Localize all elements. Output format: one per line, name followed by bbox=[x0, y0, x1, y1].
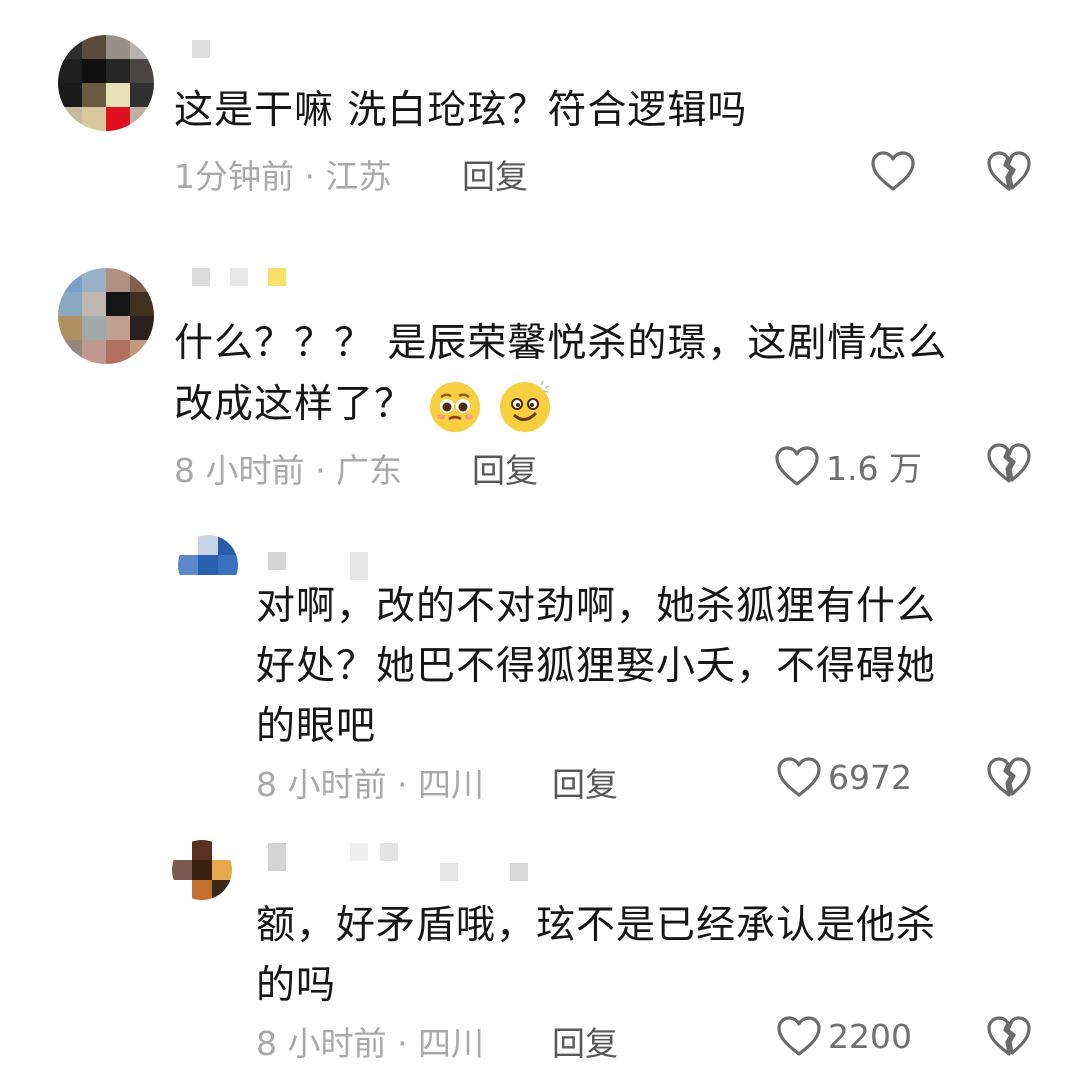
comment-text-line-2: 改成这样了？ bbox=[174, 376, 553, 435]
username-pixelated[interactable] bbox=[268, 843, 398, 871]
avatar[interactable] bbox=[172, 840, 232, 900]
avatar[interactable] bbox=[58, 268, 154, 364]
like-count: 2200 bbox=[828, 1016, 912, 1056]
comment-text-line-2: 的吗 bbox=[256, 963, 337, 1008]
like-button[interactable]: 2200 bbox=[776, 1015, 912, 1057]
comment-2: 什么？？？ 是辰荣馨悦杀的璟，这剧情怎么 改成这样了？ 8 小时前 · 广东 回… bbox=[0, 230, 1080, 500]
avatar[interactable] bbox=[58, 35, 154, 131]
username-pixelated[interactable] bbox=[192, 268, 286, 288]
like-count: 1.6 万 bbox=[826, 449, 922, 488]
pleading-face-emoji bbox=[430, 381, 481, 432]
comment-text-line-3: 的眼吧 bbox=[256, 704, 377, 749]
avatar[interactable] bbox=[178, 535, 238, 595]
comment-text-line-1: 对啊，改的不对劲啊，她杀狐狸有什么 bbox=[256, 584, 937, 629]
dislike-button[interactable] bbox=[986, 150, 1032, 192]
dislike-button[interactable] bbox=[986, 756, 1032, 798]
comment-meta: 1分钟前 · 江苏 bbox=[174, 157, 392, 196]
comment-meta: 8 小时前 · 广东 bbox=[174, 451, 402, 490]
username-pixelated-extra bbox=[440, 863, 528, 883]
reply-button[interactable]: 回复 bbox=[552, 758, 618, 806]
broken-heart-icon bbox=[987, 1016, 1031, 1056]
comment-text-line-1: 什么？？？ 是辰荣馨悦杀的璟，这剧情怎么 bbox=[174, 321, 948, 366]
username-pixelated[interactable] bbox=[268, 552, 368, 580]
like-count: 6972 bbox=[828, 757, 912, 797]
comment-text-line-1: 额，好矛盾哦，玹不是已经承认是他杀 bbox=[256, 903, 937, 948]
heart-outline-icon bbox=[775, 446, 819, 486]
dislike-button[interactable] bbox=[986, 442, 1032, 484]
reply-comment-2: 额，好矛盾哦，玹不是已经承认是他杀 的吗 8 小时前 · 四川 回复 2200 bbox=[0, 835, 1080, 1085]
broken-heart-icon bbox=[987, 757, 1031, 797]
like-button[interactable] bbox=[870, 150, 916, 192]
broken-heart-icon bbox=[987, 151, 1031, 191]
comment-text-line-2-content: 改成这样了？ bbox=[174, 382, 415, 427]
reply-button[interactable]: 回复 bbox=[472, 444, 538, 492]
comment-meta: 8 小时前 · 四川 bbox=[256, 1024, 484, 1063]
comment-text: 这是干嘛 洗白玱玹？符合逻辑吗 bbox=[174, 88, 748, 133]
comment-text-line-2: 好处？她巴不得狐狸娶小夭，不得碍她 bbox=[256, 644, 937, 689]
woozy-face-emoji bbox=[499, 380, 550, 432]
username-pixelated[interactable] bbox=[192, 40, 210, 60]
comment-1: 这是干嘛 洗白玱玹？符合逻辑吗 1分钟前 · 江苏 回复 bbox=[0, 0, 1080, 230]
reply-button[interactable]: 回复 bbox=[552, 1017, 618, 1065]
like-button[interactable]: 6972 bbox=[776, 756, 912, 798]
heart-outline-icon bbox=[871, 151, 915, 191]
heart-outline-icon bbox=[777, 1016, 821, 1056]
like-button[interactable]: 1.6 万 bbox=[774, 442, 922, 490]
reply-comment-1: 对啊，改的不对劲啊，她杀狐狸有什么 好处？她巴不得狐狸娶小夭，不得碍她 的眼吧 … bbox=[0, 530, 1080, 830]
heart-outline-icon bbox=[777, 757, 821, 797]
reply-button[interactable]: 回复 bbox=[462, 150, 528, 198]
dislike-button[interactable] bbox=[986, 1015, 1032, 1057]
broken-heart-icon bbox=[987, 443, 1031, 483]
comment-meta: 8 小时前 · 四川 bbox=[256, 765, 484, 804]
